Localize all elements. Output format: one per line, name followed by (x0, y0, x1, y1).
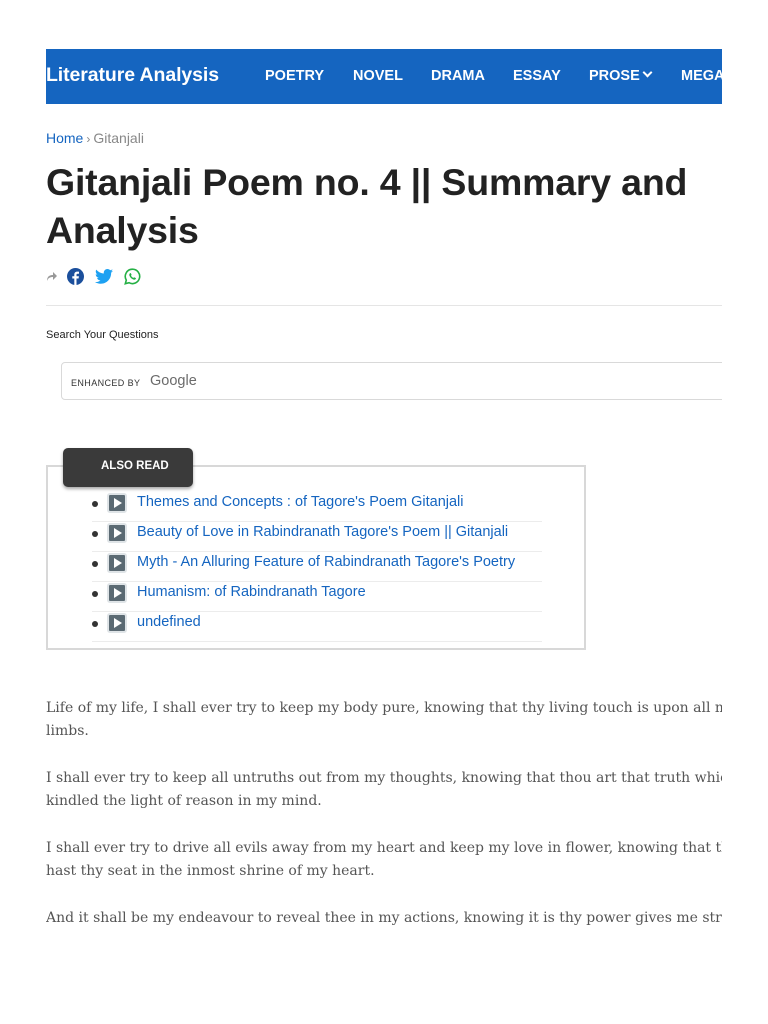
poem-line: limbs. (46, 723, 89, 739)
google-logo: Google (150, 373, 197, 389)
poem-line: I shall ever try to keep all untruths ou… (46, 770, 722, 786)
poem-line: And it shall be my endeavour to reveal t… (46, 910, 722, 926)
play-icon (107, 613, 127, 633)
breadcrumb-separator: › (86, 132, 91, 146)
related-link[interactable]: undefined (137, 614, 201, 630)
related-link[interactable]: Humanism: of Rabindranath Tagore (137, 584, 366, 600)
nav-novel[interactable]: NOVEL (353, 68, 403, 84)
breadcrumb-home-link[interactable]: Home (46, 130, 83, 146)
list-item[interactable]: Themes and Concepts : of Tagore's Poem G… (92, 491, 542, 522)
related-link[interactable]: Beauty of Love in Rabindranath Tagore's … (137, 524, 508, 540)
list-item[interactable]: Humanism: of Rabindranath Tagore (92, 581, 542, 612)
bullet-icon (92, 621, 98, 627)
page-title: Gitanjali Poem no. 4 || Summary and Anal… (46, 158, 722, 254)
twitter-icon[interactable] (95, 269, 113, 284)
also-read-heading: ALSO READ (63, 448, 193, 487)
list-item[interactable]: Beauty of Love in Rabindranath Tagore's … (92, 521, 542, 552)
nav-mega[interactable]: MEGA (681, 68, 722, 84)
bullet-icon (92, 501, 98, 507)
search-label: Search Your Questions (46, 329, 159, 341)
related-link[interactable]: Themes and Concepts : of Tagore's Poem G… (137, 494, 464, 510)
share-icon (47, 272, 57, 281)
poem-line: Life of my life, I shall ever try to kee… (46, 700, 722, 716)
also-read-box: Themes and Concepts : of Tagore's Poem G… (46, 465, 586, 650)
play-icon (107, 553, 127, 573)
bullet-icon (92, 531, 98, 537)
bullet-icon (92, 591, 98, 597)
also-read-label: ALSO READ (101, 460, 169, 472)
facebook-icon[interactable] (67, 268, 84, 285)
poem-paragraph: Life of my life, I shall ever try to kee… (46, 697, 722, 743)
page-title-line: Gitanjali Poem no. 4 || Summary and (46, 161, 688, 203)
breadcrumb: Home › Gitanjali (46, 130, 144, 146)
divider (46, 305, 722, 306)
poem-paragraph: I shall ever try to drive all evils away… (46, 837, 722, 883)
poem-paragraph: I shall ever try to keep all untruths ou… (46, 767, 722, 813)
page-title-line: Analysis (46, 209, 199, 251)
poem-line: kindled the light of reason in my mind. (46, 793, 322, 809)
search-input[interactable]: ENHANCED BY Google (61, 362, 722, 400)
breadcrumb-current: Gitanjali (93, 130, 144, 146)
bullet-icon (92, 561, 98, 567)
nav-poetry[interactable]: POETRY (265, 68, 324, 84)
nav-prose-label: PROSE (589, 68, 640, 84)
poem-paragraph: And it shall be my endeavour to reveal t… (46, 907, 722, 930)
nav-essay[interactable]: ESSAY (513, 68, 561, 84)
play-icon (107, 523, 127, 543)
poem-line: I shall ever try to drive all evils away… (46, 840, 722, 856)
nav-drama[interactable]: DRAMA (431, 68, 485, 84)
list-item[interactable]: undefined (92, 611, 542, 642)
nav-prose[interactable]: PROSE (589, 67, 653, 84)
list-item[interactable]: Myth - An Alluring Feature of Rabindrana… (92, 551, 542, 582)
play-icon (107, 493, 127, 513)
play-icon (107, 583, 127, 603)
site-logo[interactable]: Literature Analysis (46, 64, 219, 87)
poem-line: hast thy seat in the inmost shrine of my… (46, 863, 375, 879)
related-link[interactable]: Myth - An Alluring Feature of Rabindrana… (137, 554, 515, 570)
page-content: Literature Analysis POETRY NOVEL DRAMA E… (46, 0, 722, 1024)
top-navbar: Literature Analysis POETRY NOVEL DRAMA E… (46, 49, 722, 104)
whatsapp-icon[interactable] (124, 268, 141, 285)
chevron-down-icon (642, 67, 653, 78)
search-enhanced-by-label: ENHANCED BY (71, 378, 141, 388)
